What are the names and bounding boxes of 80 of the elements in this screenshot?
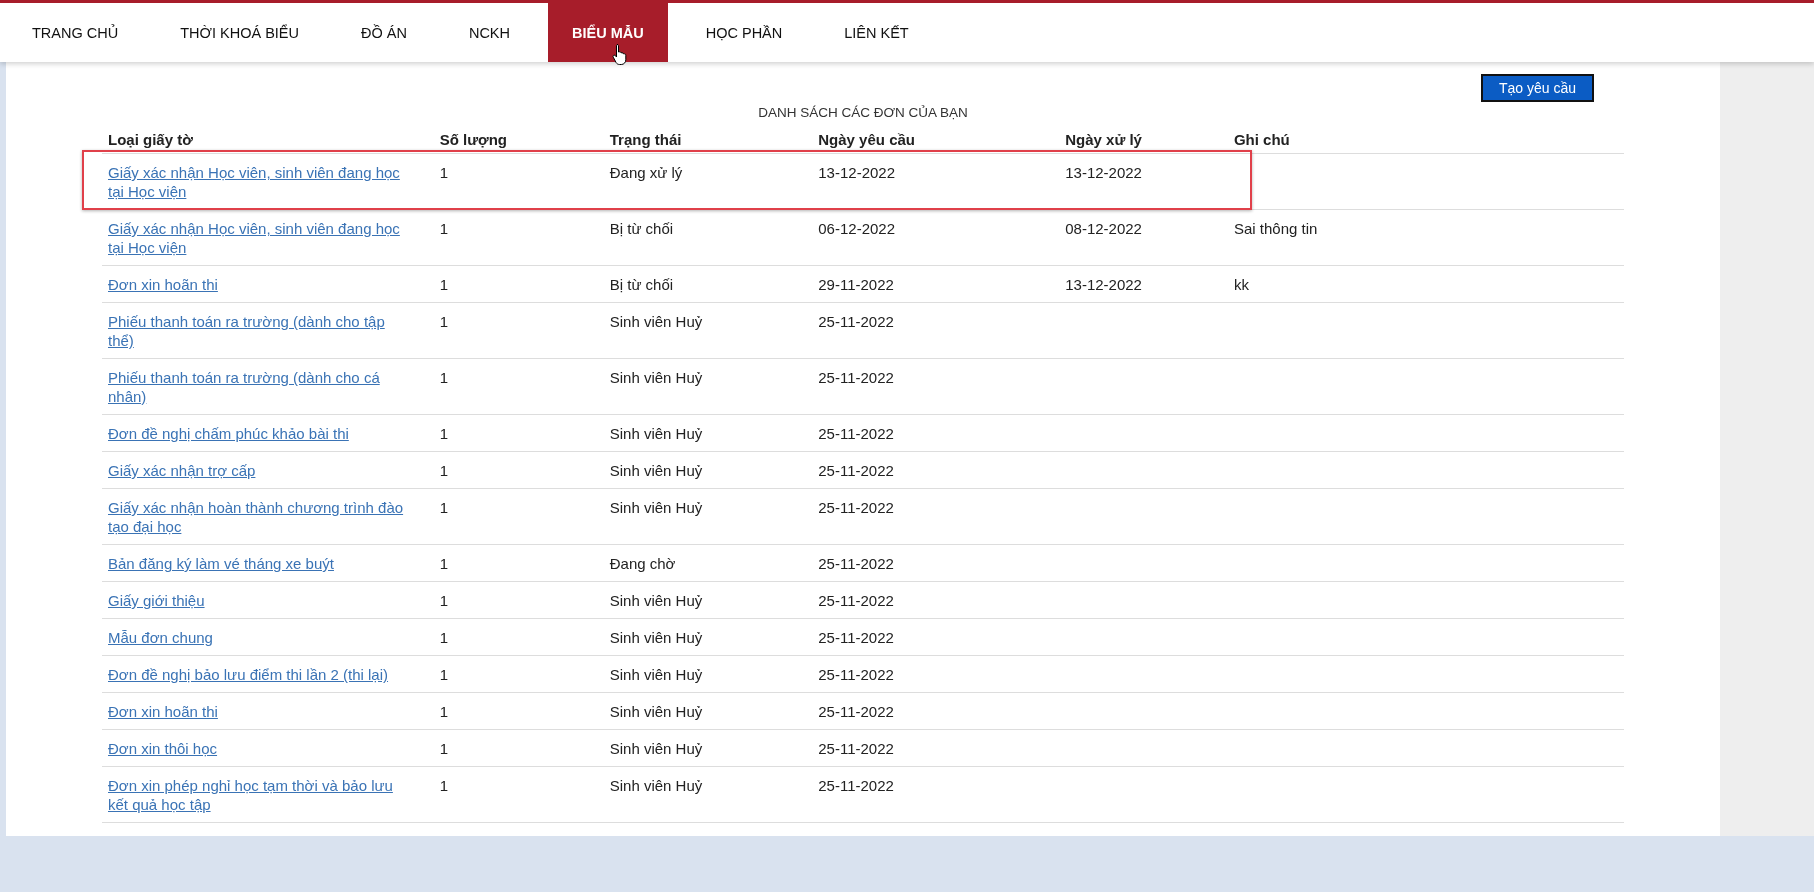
table-cell: Bị từ chối: [609, 276, 674, 293]
table-cell: 1: [439, 164, 448, 181]
table-cell: 1: [439, 703, 448, 720]
document-link[interactable]: Bản đăng ký làm vé tháng xe buýt: [108, 554, 334, 573]
table-cell: 25-11-2022: [818, 425, 894, 442]
document-link[interactable]: Đơn xin thôi học: [108, 739, 218, 758]
table-cell: 25-11-2022: [818, 592, 894, 609]
column-header: Ghi chú: [1227, 128, 1624, 154]
nav-tab[interactable]: LIÊN KẾT: [820, 3, 933, 62]
table-cell: 1: [439, 220, 448, 237]
table-cell: 25-11-2022: [818, 629, 894, 646]
table-cell: 29-11-2022: [818, 276, 894, 293]
document-link[interactable]: Giấy xác nhận Học viên, sinh viên đang học tại Học viện: [108, 219, 408, 257]
table-cell: 1: [439, 276, 448, 293]
table-cell: Sinh viên Huỷ: [609, 740, 703, 757]
table-cell: 08-12-2022: [1065, 220, 1142, 237]
nav-tab[interactable]: BIỂU MẪU: [548, 3, 668, 62]
document-link[interactable]: Đơn xin hoãn thi: [108, 275, 218, 294]
table-cell: Sinh viên Huỷ: [609, 592, 703, 609]
document-link[interactable]: Đơn xin phép nghỉ học tạm thời và bảo lưu kết quả học tập: [108, 776, 408, 814]
document-link[interactable]: Đơn đề nghị bảo lưu điểm thi lần 2 (thi lại): [108, 665, 389, 684]
nav-tab[interactable]: HỌC PHẦN: [681, 3, 807, 62]
table-title: DANH SÁCH CÁC ĐƠN CỦA BẠN: [757, 105, 969, 120]
table-cell: 06-12-2022: [818, 220, 895, 237]
table-cell: 25-11-2022: [818, 666, 894, 683]
document-link[interactable]: Giấy xác nhận trợ cấp: [108, 461, 256, 480]
document-link[interactable]: Đơn đề nghị chấm phúc khảo bài thi: [108, 424, 349, 443]
document-link[interactable]: Giấy giới thiệu: [108, 591, 205, 610]
table-cell: 25-11-2022: [818, 369, 894, 386]
table-cell: 25-11-2022: [818, 740, 894, 757]
nav-tab[interactable]: TRANG CHỦ: [8, 3, 143, 62]
table-cell: 1: [439, 313, 448, 330]
table-cell: 1: [439, 499, 448, 516]
table-cell: 1: [439, 462, 448, 479]
table-cell: 1: [439, 666, 448, 683]
table-cell: 25-11-2022: [818, 555, 894, 572]
table-cell: 25-11-2022: [818, 499, 894, 516]
table-cell: 1: [439, 369, 448, 386]
document-link[interactable]: Phiếu thanh toán ra trường (dành cho cá nhân): [108, 368, 408, 406]
table-cell: 13-12-2022: [1065, 164, 1142, 181]
table-cell: 25-11-2022: [818, 703, 894, 720]
create-request-button[interactable]: Tạo yêu cầu: [1480, 74, 1594, 102]
table-cell: 1: [439, 555, 448, 572]
column-header: Ngày yêu cầu: [812, 128, 1060, 154]
table-cell: 1: [439, 629, 448, 646]
table-cell: 25-11-2022: [818, 462, 894, 479]
table-cell: 1: [439, 425, 448, 442]
column-header: Loại giấy tờ: [102, 128, 434, 154]
table-cell: Đang xử lý: [609, 164, 683, 181]
document-link[interactable]: Mẫu đơn chung: [108, 628, 213, 647]
table-cell: 13-12-2022: [818, 164, 895, 181]
table-cell: 13-12-2022: [1065, 276, 1142, 293]
table-cell: Sinh viên Huỷ: [609, 666, 703, 683]
nav-tab[interactable]: NCKH: [444, 3, 534, 62]
table-cell: Sinh viên Huỷ: [609, 425, 703, 442]
column-header: Ngày xử lý: [1059, 128, 1228, 154]
table-cell: Sinh viên Huỷ: [609, 313, 703, 330]
document-link[interactable]: Đơn xin hoãn thi: [108, 702, 218, 721]
table-cell: 1: [439, 740, 448, 757]
document-link[interactable]: Phiếu thanh toán ra trường (dành cho tập thể): [108, 312, 408, 350]
document-link[interactable]: Giấy xác nhận hoàn thành chương trình đào tạo đại học: [108, 498, 408, 536]
document-link[interactable]: Giấy xác nhận Học viên, sinh viên đang học tại Học viện: [108, 163, 408, 201]
table-cell: Sinh viên Huỷ: [609, 462, 703, 479]
table-cell: 25-11-2022: [818, 777, 894, 794]
table-cell: Sai thông tin: [1233, 220, 1318, 237]
table-cell: Sinh viên Huỷ: [609, 499, 703, 516]
table-cell: 1: [439, 777, 448, 794]
table-cell: Sinh viên Huỷ: [609, 369, 703, 386]
column-header: Số lượng: [433, 128, 604, 154]
table-cell: Sinh viên Huỷ: [609, 703, 703, 720]
table-cell: Đang chờ: [609, 555, 676, 572]
table-cell: Sinh viên Huỷ: [609, 777, 703, 794]
table-cell: kk: [1233, 276, 1249, 293]
nav-tab[interactable]: ĐỒ ÁN: [337, 3, 431, 62]
table-cell: 25-11-2022: [818, 313, 894, 330]
table-cell: Bị từ chối: [609, 220, 674, 237]
table-cell: 1: [439, 592, 448, 609]
column-header: Trạng thái: [603, 128, 813, 154]
table-cell: Sinh viên Huỷ: [609, 629, 703, 646]
nav-tab[interactable]: THỜI KHOÁ BIỂU: [156, 3, 323, 62]
